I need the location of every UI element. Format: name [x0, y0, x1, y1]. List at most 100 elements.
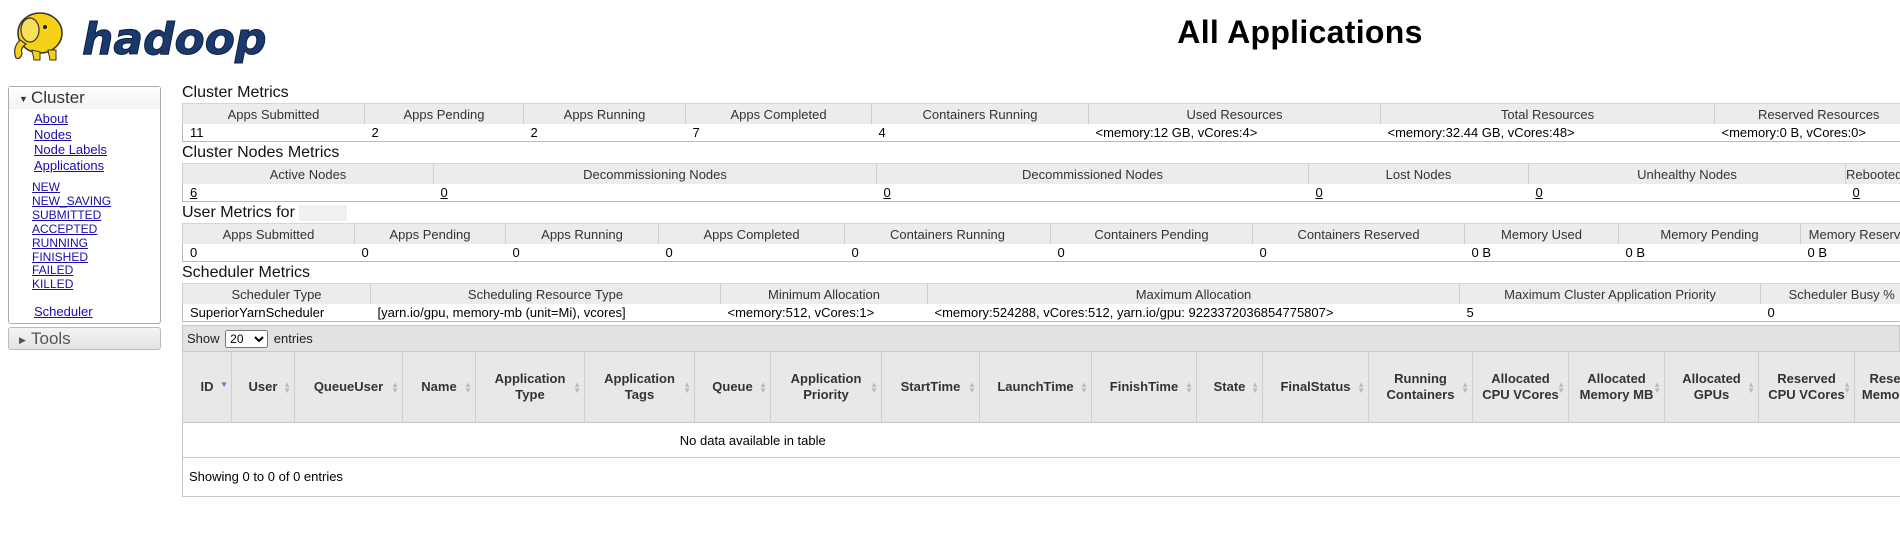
um-header: Apps Running: [505, 223, 659, 244]
nav-state-new-saving[interactable]: NEW_SAVING: [32, 194, 160, 209]
active-nodes-link[interactable]: 6: [190, 185, 197, 200]
col-label: Application Tags: [604, 371, 675, 402]
sort-icon: ▲ ▼: [968, 380, 976, 395]
triangle-down-icon: ▼: [19, 93, 28, 104]
um-value: 0 B: [1618, 244, 1801, 262]
cm-value: <memory:32.44 GB, vCores:48>: [1380, 124, 1715, 142]
um-value: 0: [505, 244, 659, 262]
sort-icon: ▲ ▼: [391, 380, 399, 395]
col-label: Allocated CPU VCores: [1482, 371, 1559, 402]
col-queue-user[interactable]: QueueUser ▲ ▼: [294, 351, 403, 423]
sort-icon: ▲ ▼: [1461, 380, 1469, 395]
nm-lost-nodes: 0: [1308, 184, 1529, 202]
nav-state-failed[interactable]: FAILED: [32, 264, 160, 278]
col-label: QueueUser: [313, 379, 384, 394]
col-label: Application Priority: [790, 371, 862, 402]
col-start-time[interactable]: StartTime ▲ ▼: [881, 351, 980, 423]
sm-header: Scheduler Busy %: [1760, 283, 1900, 304]
nm-unhealthy-nodes: 0: [1528, 184, 1846, 202]
cm-value: <memory:0 B, vCores:0>: [1714, 124, 1900, 142]
nav-state-new[interactable]: NEW: [32, 180, 160, 195]
col-application-priority[interactable]: Application Priority ▲ ▼: [770, 351, 882, 423]
col-label: Reserved CPU VCores: [1768, 371, 1845, 402]
col-allocated-cpu-vcores[interactable]: Allocated CPU VCores ▲ ▼: [1472, 351, 1569, 423]
decommissioned-nodes-link[interactable]: 0: [884, 185, 891, 200]
unhealthy-nodes-link[interactable]: 0: [1536, 185, 1543, 200]
col-state[interactable]: State ▲ ▼: [1196, 351, 1263, 423]
um-header: Apps Pending: [354, 223, 506, 244]
sort-icon: ▲ ▼: [1557, 380, 1565, 395]
apps-header-row: ID ▼ User ▲ ▼ QueueUser ▲ ▼ Name ▲ ▼ Applicatio…: [182, 351, 1900, 423]
page-title: All Applications: [1177, 14, 1423, 50]
sm-value: SuperiorYarnScheduler: [182, 304, 371, 322]
col-user[interactable]: User ▲ ▼: [231, 351, 295, 423]
nav-link-nodes[interactable]: Nodes: [34, 127, 160, 143]
cm-header: Reserved Resources: [1714, 103, 1900, 124]
col-label: Running Containers: [1386, 371, 1455, 402]
um-header: Containers Reserved: [1252, 223, 1465, 244]
col-application-tags[interactable]: Application Tags ▲ ▼: [584, 351, 695, 423]
um-value: 0: [1050, 244, 1253, 262]
sort-icon: ▲ ▼: [1251, 380, 1259, 395]
rebooted-nodes-link[interactable]: 0: [1853, 185, 1860, 200]
col-allocated-gpus[interactable]: Allocated GPUs ▲ ▼: [1664, 351, 1759, 423]
empty-table-text: No data available in table: [679, 432, 826, 448]
nav-state-finished[interactable]: FINISHED: [32, 250, 160, 265]
cluster-metrics-title: Cluster Metrics: [182, 84, 289, 101]
page-size-select[interactable]: 10 20 50 100: [225, 330, 269, 348]
um-header: Memory Pending: [1618, 223, 1801, 244]
sort-icon: ▲ ▼: [759, 380, 767, 395]
um-value: 0: [844, 244, 1051, 262]
cm-value: <memory:12 GB, vCores:4>: [1088, 124, 1381, 142]
redacted-username: [298, 204, 347, 221]
sort-icon: ▲ ▼: [1747, 380, 1755, 395]
nav-cluster-header[interactable]: ▼ Cluster: [9, 87, 160, 109]
sort-icon: ▲ ▼: [573, 380, 581, 395]
col-final-status[interactable]: FinalStatus ▲ ▼: [1262, 351, 1369, 423]
nav-state-submitted[interactable]: SUBMITTED: [32, 208, 160, 223]
sm-value: <memory:512, vCores:1>: [720, 304, 928, 322]
col-label: ID: [200, 379, 214, 394]
sort-icon: ▲ ▼: [464, 380, 472, 395]
decommissioning-nodes-link[interactable]: 0: [441, 185, 448, 200]
nm-header: Active Nodes: [182, 163, 434, 184]
cm-header: Apps Completed: [685, 103, 872, 124]
nm-header: Lost Nodes: [1308, 163, 1529, 184]
col-reserved-memory-mb[interactable]: Reserved Memory MB▲▼: [1854, 351, 1900, 423]
apps-table: ID ▼ User ▲ ▼ QueueUser ▲ ▼ Name ▲ ▼ Applicatio…: [182, 351, 1900, 458]
lost-nodes-link[interactable]: 0: [1316, 185, 1323, 200]
nav-tools-panel[interactable]: ▶ Tools: [8, 327, 161, 350]
user-metrics-table: Apps Submitted Apps Pending Apps Running…: [182, 223, 1900, 262]
col-reserved-cpu-vcores[interactable]: Reserved CPU VCores ▲ ▼: [1758, 351, 1855, 423]
nav-link-scheduler[interactable]: Scheduler: [34, 304, 160, 320]
um-header: Memory Used: [1464, 223, 1619, 244]
col-application-type[interactable]: Application Type ▲ ▼: [475, 351, 585, 423]
sort-icon: ▲ ▼: [1185, 380, 1193, 395]
col-queue[interactable]: Queue ▲ ▼: [694, 351, 771, 423]
sort-icon: ▲ ▼: [1357, 380, 1365, 395]
nav-link-applications[interactable]: Applications: [34, 158, 160, 174]
nm-header: Decommissioning Nodes: [433, 163, 877, 184]
cm-header: Used Resources: [1088, 103, 1381, 124]
col-allocated-memory-mb[interactable]: Allocated Memory MB ▲ ▼: [1568, 351, 1665, 423]
col-label: State: [1213, 379, 1246, 394]
nav-link-node-labels[interactable]: Node Labels: [34, 142, 160, 158]
col-label: Application Type: [494, 371, 566, 402]
sort-desc-icon: ▼: [220, 380, 228, 389]
col-launch-time[interactable]: LaunchTime ▲ ▼: [979, 351, 1092, 423]
sort-icon: ▲ ▼: [1080, 380, 1088, 395]
sort-icon: ▲ ▼: [683, 380, 691, 395]
nav-state-accepted[interactable]: ACCEPTED: [32, 222, 160, 237]
nav-state-running[interactable]: RUNNING: [32, 236, 160, 251]
col-running-containers[interactable]: Running Containers ▲ ▼: [1368, 351, 1473, 423]
col-finish-time[interactable]: FinishTime ▲ ▼: [1091, 351, 1197, 423]
nav-state-killed[interactable]: KILLED: [32, 277, 160, 292]
col-name[interactable]: Name ▲ ▼: [402, 351, 476, 423]
nav-link-about[interactable]: About: [34, 111, 160, 127]
cm-header: Apps Pending: [364, 103, 524, 124]
empty-table-message: No data available in table: [182, 422, 1900, 458]
col-id[interactable]: ID ▼: [182, 351, 232, 423]
um-value: 0: [658, 244, 845, 262]
cm-value: 4: [871, 124, 1089, 142]
col-label: Allocated Memory MB: [1579, 371, 1654, 402]
